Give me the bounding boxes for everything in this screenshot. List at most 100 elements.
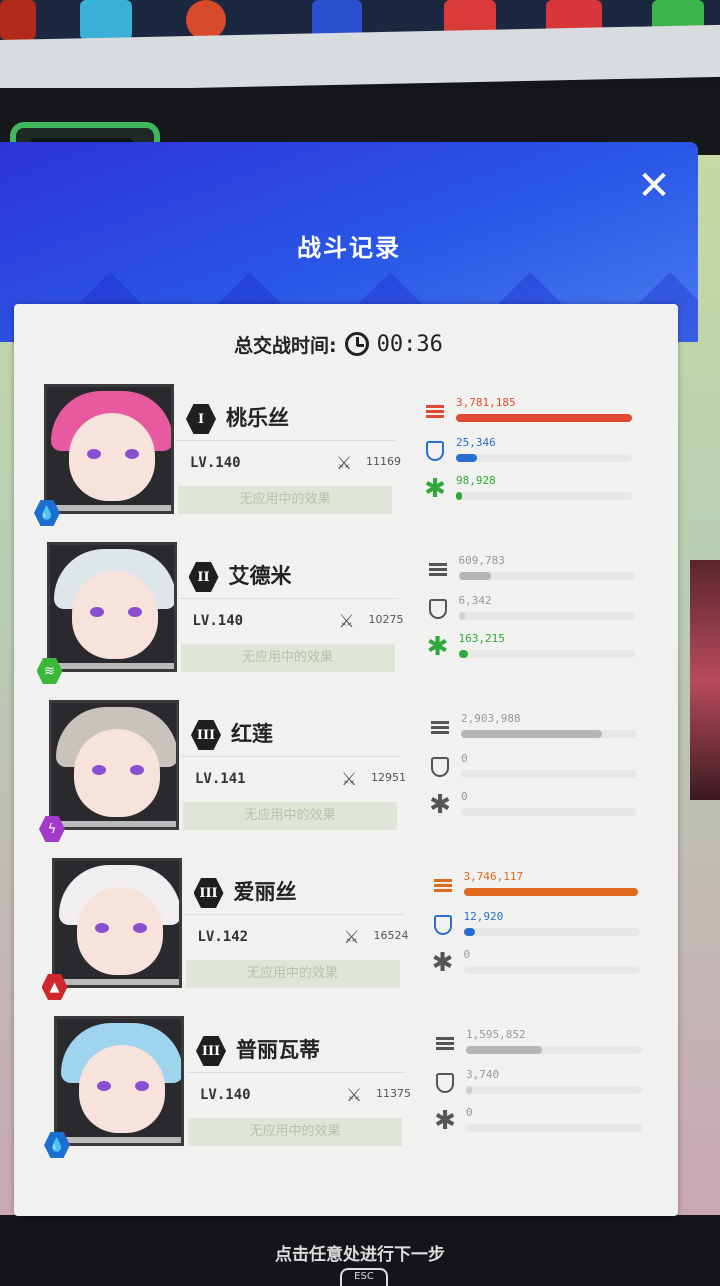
damage-stat: 2,903,988 (429, 712, 669, 752)
portrait-eye (87, 449, 101, 459)
character-name: 桃乐丝 (226, 406, 289, 430)
portrait-strip (47, 505, 171, 511)
effect-status: 无应用中的效果 (185, 960, 400, 988)
character-portrait[interactable] (54, 1016, 184, 1146)
character-level: LV.141 (195, 771, 246, 787)
character-row[interactable]: ≋ II 艾德米 LV.140 ⚔ 10275 无应用中的效果 609,783 … (36, 542, 657, 692)
portrait-face (76, 887, 163, 975)
continue-hint[interactable]: 点击任意处进行下一步 (0, 1240, 720, 1265)
character-portrait[interactable] (49, 700, 179, 830)
shield-value: 6,342 (458, 594, 492, 607)
character-row[interactable]: ϟ III 红莲 LV.141 ⚔ 12951 无应用中的效果 2,903,98… (39, 700, 659, 850)
heal-track (463, 966, 640, 974)
portrait-eye (125, 449, 139, 459)
rank-badge: III (196, 1036, 226, 1066)
heal-stat: ✱ 0 (429, 790, 669, 830)
portrait-eye (135, 1081, 149, 1091)
character-name: 爱丽丝 (233, 880, 297, 904)
portrait-strip (54, 979, 179, 985)
heal-track (458, 650, 635, 658)
app-icon-2[interactable] (80, 0, 132, 40)
shield-stat: 6,342 (427, 594, 667, 634)
portrait-eye (94, 923, 109, 933)
crossed-swords-icon: ⚔ (346, 1085, 363, 1106)
character-level: LV.140 (200, 1087, 251, 1103)
portrait-eye (97, 1081, 111, 1091)
dialog-title: 战斗记录 (297, 234, 401, 262)
esc-key-hint[interactable]: ESC (340, 1268, 388, 1286)
heal-icon: ✱ (434, 1106, 456, 1136)
heal-track (461, 808, 637, 816)
damage-bar (461, 730, 602, 738)
shield-stat: 25,346 (424, 436, 664, 476)
damage-bar (466, 1046, 542, 1054)
shield-bar (458, 612, 465, 620)
damage-bar (458, 572, 491, 580)
effect-status: 无应用中的效果 (180, 644, 395, 672)
shield-track (461, 770, 637, 778)
character-portrait[interactable] (44, 384, 174, 514)
heal-bar (456, 492, 462, 500)
damage-value: 3,746,117 (463, 870, 524, 883)
damage-bar (456, 414, 632, 422)
character-info: LV.140 ⚔ 11375 (186, 1072, 411, 1106)
character-info: LV.141 ⚔ 12951 (181, 756, 406, 790)
rank-badge: II (188, 562, 219, 592)
heal-value: 0 (466, 1106, 473, 1119)
shield-value: 12,920 (463, 910, 504, 923)
combat-power: 10275 (368, 613, 404, 626)
shield-icon (434, 1072, 456, 1094)
heal-value: 98,928 (456, 474, 496, 487)
character-info: LV.140 ⚔ 11169 (176, 440, 401, 474)
portrait-face (74, 729, 160, 817)
shield-track (466, 1086, 642, 1094)
heal-value: 0 (461, 790, 468, 803)
heal-value: 163,215 (458, 632, 505, 645)
shield-bar (463, 928, 475, 936)
crossed-swords-icon: ⚔ (336, 453, 353, 474)
character-row[interactable]: 💧 I 桃乐丝 LV.140 ⚔ 11169 无应用中的效果 3,781,185… (34, 384, 654, 534)
portrait-eye (132, 923, 147, 933)
shield-icon (424, 440, 446, 462)
character-portrait[interactable] (51, 858, 182, 988)
portrait-strip (57, 1137, 181, 1143)
character-name: 普丽瓦蒂 (236, 1038, 320, 1062)
damage-value: 1,595,852 (466, 1028, 526, 1041)
total-time-row: 总交战时间: 00:36 (234, 324, 443, 364)
damage-value: 609,783 (458, 554, 505, 567)
crossed-swords-icon: ⚔ (341, 769, 358, 790)
shield-icon (432, 914, 454, 936)
shield-stat: 0 (429, 752, 669, 792)
damage-stat: 609,783 (427, 554, 667, 594)
portrait-eye (92, 765, 106, 775)
clock-icon (344, 332, 369, 356)
close-icon[interactable]: ✕ (634, 166, 674, 206)
combat-power: 11169 (366, 455, 401, 468)
portrait-strip (49, 663, 174, 669)
app-icon-3[interactable] (186, 0, 226, 40)
effect-status: 无应用中的效果 (183, 802, 397, 830)
character-info: LV.142 ⚔ 16524 (183, 914, 409, 948)
heal-icon: ✱ (429, 790, 451, 820)
crossed-swords-icon: ⚔ (343, 927, 360, 948)
battle-record-dialog: 战斗记录 ✕ 总交战时间: 00:36 💧 I 桃乐丝 LV.140 ⚔ 111… (0, 142, 698, 1222)
effect-status: 无应用中的效果 (178, 486, 392, 514)
crossed-swords-icon: ⚔ (338, 611, 355, 632)
heal-bar (458, 650, 468, 658)
record-panel: 总交战时间: 00:36 💧 I 桃乐丝 LV.140 ⚔ 11169 无应用中… (14, 304, 678, 1216)
shield-stat: 12,920 (432, 910, 672, 950)
portrait-face (79, 1045, 165, 1133)
damage-value: 2,903,988 (461, 712, 521, 725)
damage-value: 3,781,185 (456, 396, 516, 409)
character-row[interactable]: ▲ III 爱丽丝 LV.142 ⚔ 16524 无应用中的效果 3,746,1… (41, 858, 662, 1008)
heal-track (466, 1124, 642, 1132)
character-row[interactable]: 💧 III 普丽瓦蒂 LV.140 ⚔ 11375 无应用中的效果 1,595,… (44, 1016, 664, 1166)
app-icon-1[interactable] (0, 0, 36, 40)
character-portrait[interactable] (46, 542, 177, 672)
heal-value: 0 (463, 948, 471, 961)
shield-track (456, 454, 632, 462)
shield-value: 0 (461, 752, 468, 765)
heal-stat: ✱ 163,215 (427, 632, 667, 672)
character-name: 艾德米 (228, 564, 292, 588)
portrait-face (71, 571, 158, 659)
